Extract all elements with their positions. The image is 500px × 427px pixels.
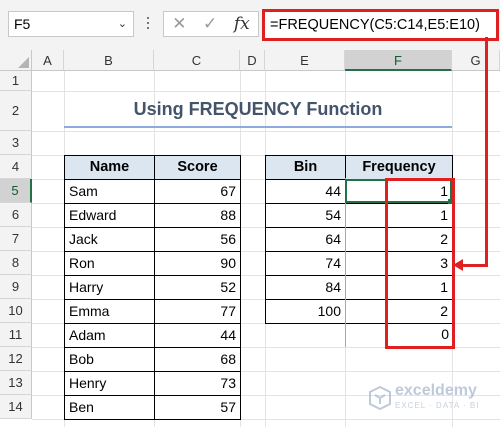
watermark-name: exceldemy [395,382,477,399]
row-header-4[interactable]: 4 [0,155,32,179]
column-header-c[interactable]: C [154,50,240,71]
insert-function-icon[interactable]: fx [234,14,250,34]
name-cell[interactable]: Adam [64,323,155,348]
cancel-icon[interactable]: ✕ [172,14,186,34]
column-header-e[interactable]: E [265,50,345,71]
gridline [32,131,500,132]
row-header-5[interactable]: 5 [0,179,32,203]
score-column-header: Score [154,155,241,180]
callout-arrow-stem [460,264,488,267]
callout-arrow-line [478,37,488,267]
exceldemy-logo-icon [369,386,391,410]
highlight-box [385,178,455,349]
row-header-7[interactable]: 7 [0,227,32,251]
score-cell[interactable]: 67 [154,179,241,204]
formula-text: =FREQUENCY(C5:C14,E5:E10) [270,17,480,33]
name-box-value: F5 [14,16,31,32]
name-cell[interactable]: Edward [64,203,155,228]
row-header-1[interactable]: 1 [0,71,32,91]
score-cell[interactable]: 77 [154,299,241,324]
row-header-8[interactable]: 8 [0,251,32,275]
score-cell[interactable]: 56 [154,227,241,252]
column-header-f[interactable]: F [345,50,452,71]
column-header-a[interactable]: A [32,50,64,71]
bin-column-header: Bin [265,155,346,180]
bin-cell[interactable]: 64 [265,227,346,252]
name-cell[interactable]: Jack [64,227,155,252]
formula-input[interactable]: =FREQUENCY(C5:C14,E5:E10) [262,9,499,41]
column-header-d[interactable]: D [240,50,265,71]
score-cell[interactable]: 52 [154,275,241,300]
row-header-13[interactable]: 13 [0,371,32,395]
bin-cell[interactable]: 44 [265,179,346,204]
score-cell[interactable]: 68 [154,347,241,372]
row-header-12[interactable]: 12 [0,347,32,371]
drag-handle[interactable] [147,14,149,34]
select-all-corner[interactable] [0,50,32,71]
watermark: exceldemy EXCEL · DATA · BI [365,382,495,422]
row-header-6[interactable]: 6 [0,203,32,227]
bin-cell[interactable]: 100 [265,299,346,324]
row-header-2[interactable]: 2 [0,91,32,131]
row-header-3[interactable]: 3 [0,131,32,155]
formula-bar-area: F5 ⌄ ✕ ✓ fx =FREQUENCY(C5:C14,E5:E10) [0,0,500,50]
column-header-b[interactable]: B [64,50,154,71]
watermark-tagline: EXCEL · DATA · BI [395,401,480,410]
bin-cell[interactable]: 74 [265,251,346,276]
gridline [32,91,500,92]
row-header-9[interactable]: 9 [0,275,32,299]
name-cell[interactable]: Ben [64,395,155,420]
title-underline [64,126,452,128]
score-cell[interactable]: 73 [154,371,241,396]
score-cell[interactable]: 44 [154,323,241,348]
arrow-head-icon [453,259,463,271]
name-cell[interactable]: Harry [64,275,155,300]
score-cell[interactable]: 88 [154,203,241,228]
bin-cell[interactable]: 84 [265,275,346,300]
name-cell[interactable]: Henry [64,371,155,396]
score-cell[interactable]: 57 [154,395,241,420]
name-cell[interactable]: Sam [64,179,155,204]
row-header-11[interactable]: 11 [0,323,32,347]
name-box[interactable]: F5 ⌄ [8,11,134,37]
name-cell[interactable]: Ron [64,251,155,276]
bin-cell[interactable]: 54 [265,203,346,228]
sheet-title: Using FREQUENCY Function [133,99,383,119]
frequency-column-header: Frequency [345,155,453,180]
column-header-g[interactable]: G [452,50,500,71]
spill-range-border [345,178,346,347]
name-cell[interactable]: Emma [64,299,155,324]
chevron-down-icon[interactable]: ⌄ [118,12,127,36]
name-cell[interactable]: Bob [64,347,155,372]
row-header-10[interactable]: 10 [0,299,32,323]
check-icon[interactable]: ✓ [203,14,217,34]
row-header-14[interactable]: 14 [0,395,32,419]
score-cell[interactable]: 90 [154,251,241,276]
name-column-header: Name [64,155,155,180]
formula-buttons: ✕ ✓ fx [163,11,259,37]
